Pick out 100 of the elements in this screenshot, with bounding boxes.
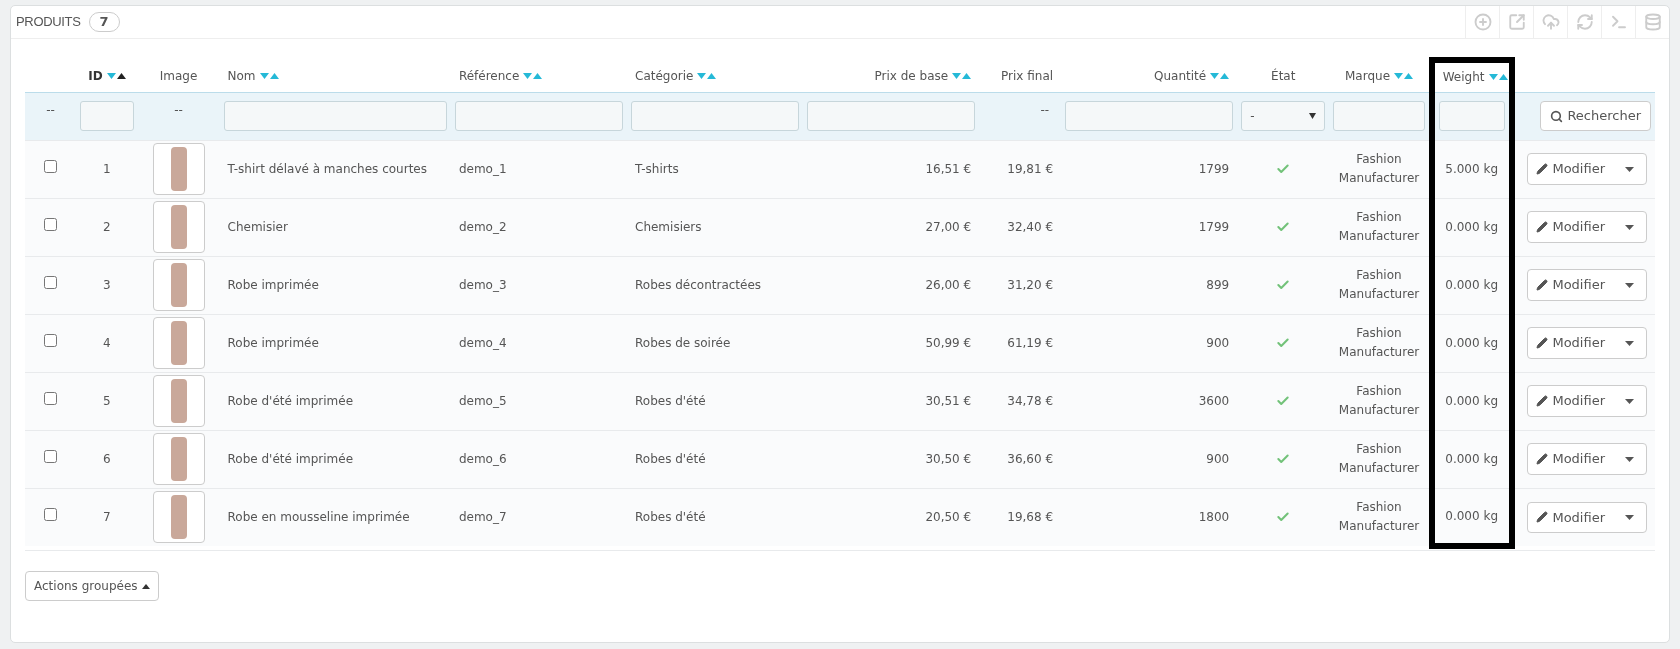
check-icon[interactable]: [1276, 162, 1291, 176]
filter-field[interactable]: [223, 101, 447, 131]
reference-text: demo_5: [458, 394, 507, 408]
sort-down-icon[interactable]: [1394, 72, 1404, 79]
filter-field[interactable]: [80, 101, 134, 131]
weight-text: 5.000 kg: [1445, 162, 1498, 176]
filter-field[interactable]: [1065, 101, 1234, 131]
name-text: Robe d'été imprimée: [227, 452, 354, 466]
category-text: T-shirts: [635, 162, 679, 176]
price-text: 30,50 €: [925, 452, 972, 466]
caret-icon: [1625, 514, 1634, 520]
caret-icon: [1625, 166, 1634, 172]
price-text: 26,00 €: [925, 278, 972, 292]
bulk-actions-button[interactable]: Actions groupées: [25, 571, 159, 601]
price-text: 36,60 €: [1007, 452, 1054, 466]
brand-text: Fashion Manufacturer: [1337, 267, 1421, 303]
photo-placeholder: [170, 379, 187, 423]
row-checkbox[interactable]: [44, 160, 58, 173]
filter-field[interactable]: [807, 101, 976, 131]
row-checkbox[interactable]: [44, 276, 58, 289]
reference-text: demo_1: [458, 162, 507, 176]
row-checkbox[interactable]: [44, 508, 58, 522]
filter-field[interactable]: [631, 101, 800, 131]
row-checkbox[interactable]: [44, 450, 58, 463]
reference-text: demo_6: [458, 452, 507, 466]
weight-text: 0.000 kg: [1445, 278, 1498, 292]
check-icon[interactable]: [1276, 336, 1291, 350]
weight-text: 0.000 kg: [1445, 394, 1498, 408]
price-text: 27,00 €: [925, 220, 972, 234]
check-icon[interactable]: [1276, 278, 1291, 292]
name-text: Robe en mousseline imprimée: [227, 510, 410, 525]
filter-field[interactable]: [454, 101, 623, 131]
sort-down-icon[interactable]: [952, 72, 962, 79]
price-text: 31,20 €: [1007, 278, 1054, 292]
caret-icon: [1625, 398, 1634, 404]
name-text: Robe imprimée: [227, 336, 319, 350]
price-text: 19,81 €: [1007, 162, 1054, 176]
quantity-text: 1800: [1198, 510, 1230, 525]
id-text: 2: [103, 220, 111, 234]
price-text: 19,68 €: [1007, 510, 1054, 525]
price-text: 61,19 €: [1007, 336, 1054, 350]
photo-placeholder: [170, 495, 187, 540]
brand-text: Fashion Manufacturer: [1337, 151, 1421, 187]
quantity-text: 900: [1206, 452, 1230, 466]
pencil-icon: [1536, 511, 1549, 524]
check-icon[interactable]: [1276, 220, 1291, 234]
reference-text: demo_3: [458, 278, 507, 292]
search-icon: [1550, 109, 1564, 123]
brand-text: Fashion Manufacturer: [1337, 325, 1421, 361]
caret-icon: [1625, 340, 1634, 346]
filter-field[interactable]: [1438, 101, 1505, 131]
quantity-text: 899: [1206, 278, 1230, 292]
pencil-icon: [1536, 453, 1549, 465]
panel-title: PRODUITS: [16, 13, 81, 32]
column-header: Référence: [458, 67, 520, 85]
caret-icon: [1625, 456, 1634, 462]
brand-text: Fashion Manufacturer: [1337, 499, 1421, 536]
column-header: ID: [88, 67, 103, 85]
check-icon[interactable]: [1276, 452, 1291, 466]
search-button[interactable]: Rechercher: [1540, 101, 1651, 131]
sort-down-icon[interactable]: [697, 72, 707, 79]
check-icon[interactable]: [1276, 394, 1291, 408]
weight-text: 0.000 kg: [1445, 336, 1498, 350]
price-text: 32,40 €: [1007, 220, 1054, 234]
id-text: 5: [103, 394, 111, 408]
row-checkbox[interactable]: [44, 218, 58, 231]
reference-text: demo_7: [458, 510, 507, 525]
reference-text: demo_4: [458, 336, 507, 350]
reference-text: demo_2: [458, 220, 507, 234]
sort-down-icon[interactable]: [1210, 72, 1220, 79]
column-header: Nom: [227, 67, 256, 85]
sort-up-icon[interactable]: [116, 72, 126, 79]
photo-placeholder: [170, 263, 187, 307]
sort-down-icon[interactable]: [1488, 74, 1498, 81]
photo-placeholder: [170, 437, 187, 481]
column-header: Marque: [1345, 67, 1391, 85]
sort-down-icon[interactable]: [523, 72, 533, 79]
pencil-icon: [1536, 163, 1549, 175]
category-text: Robes de soirée: [635, 336, 731, 350]
column-header: Prix de base: [874, 67, 949, 85]
status-select[interactable]: -: [1241, 101, 1326, 131]
row-checkbox[interactable]: [44, 334, 58, 347]
price-text: 20,50 €: [925, 510, 972, 525]
id-text: 6: [103, 452, 111, 466]
price-text: 16,51 €: [925, 162, 972, 176]
column-header: Prix final: [1001, 67, 1054, 85]
category-text: Robes d'été: [635, 452, 706, 466]
brand-text: Fashion Manufacturer: [1337, 383, 1421, 419]
category-text: Robes d'été: [635, 510, 706, 525]
quantity-text: 900: [1206, 336, 1230, 350]
photo-placeholder: [170, 205, 187, 249]
name-text: Robe d'été imprimée: [227, 394, 354, 408]
row-checkbox[interactable]: [44, 392, 58, 405]
filter-field[interactable]: [1333, 101, 1425, 131]
caret-icon: [1309, 113, 1317, 119]
pencil-icon: [1536, 221, 1549, 233]
column-header: Weight: [1442, 69, 1485, 87]
sort-down-icon[interactable]: [259, 72, 269, 79]
id-text: 4: [103, 336, 111, 350]
id-text: 1: [103, 162, 111, 176]
